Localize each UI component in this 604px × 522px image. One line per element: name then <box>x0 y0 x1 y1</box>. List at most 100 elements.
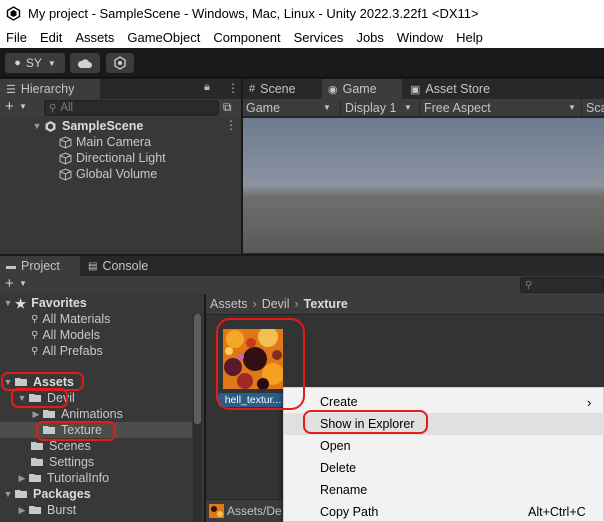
breadcrumb: Assets › Devil › Texture <box>206 294 604 315</box>
cloud-icon <box>77 58 92 68</box>
animations-folder-item[interactable]: ▶ Animations <box>31 406 123 422</box>
search-icon: ⚲ <box>31 329 39 341</box>
scenes-folder-item[interactable]: Scenes <box>31 438 91 454</box>
game-viewport[interactable] <box>243 118 604 253</box>
scale-label: Sca <box>586 100 604 115</box>
scene-root-item[interactable]: ▼ SampleScene <box>32 118 144 134</box>
menu-services[interactable]: Services <box>294 30 344 45</box>
menu-item-copy-path[interactable]: Copy Path Alt+Ctrl+C <box>284 501 604 522</box>
tab-scene[interactable]: # Scene <box>243 79 319 99</box>
scene-options-icon[interactable]: ⋮ <box>225 118 237 132</box>
cloud-button[interactable] <box>70 53 100 73</box>
settings-folder-item[interactable]: Settings <box>31 454 94 470</box>
menu-gameobject[interactable]: GameObject <box>127 30 200 45</box>
menu-component[interactable]: Component <box>213 30 280 45</box>
project-toolbar: + ▼ ⚲ <box>0 275 604 294</box>
texture-small-icon <box>209 504 224 518</box>
hierarchy-list-icon: ☰ <box>6 83 16 96</box>
account-icon: ● <box>14 57 21 69</box>
game-mode-dropdown[interactable]: Game ▼ <box>246 99 334 116</box>
hierarchy-search-placeholder: All <box>60 102 74 114</box>
breadcrumb-devil[interactable]: Devil <box>262 297 290 311</box>
tree-scrollbar[interactable] <box>193 314 202 522</box>
scene-tabbar: # Scene ◉ Game ▣ Asset Store <box>243 79 604 99</box>
account-button[interactable]: ● SY ▼ <box>5 53 65 73</box>
hierarchy-tabbar: ☰ Hierarchy 🔒︎ ⋮ <box>0 79 241 99</box>
tab-asset-store[interactable]: ▣ Asset Store <box>404 79 514 99</box>
devil-folder-item[interactable]: ▼ Devil <box>17 390 75 406</box>
collapsed-arrow-icon[interactable]: ▶ <box>31 409 41 420</box>
window-title-bar: My project - SampleScene - Windows, Mac,… <box>0 0 604 26</box>
texture-thumbnail[interactable] <box>223 327 284 390</box>
assets-label: Assets <box>33 375 74 389</box>
menu-jobs[interactable]: Jobs <box>356 30 383 45</box>
hierarchy-item[interactable]: Main Camera <box>59 134 151 150</box>
favorite-item[interactable]: ⚲ All Materials <box>31 311 110 327</box>
hierarchy-search-input[interactable]: ⚲ All <box>44 100 219 116</box>
asset-name-label[interactable]: hell_textur... <box>218 393 288 407</box>
project-search-input[interactable]: ⚲ <box>520 277 604 293</box>
console-tab-label: Console <box>102 259 149 273</box>
expand-arrow-icon[interactable]: ▼ <box>32 121 42 131</box>
menu-file[interactable]: File <box>6 30 27 45</box>
more-options-icon[interactable]: ⋮ <box>227 81 239 95</box>
tutorialinfo-folder-item[interactable]: ▶ TutorialInfo <box>17 470 110 486</box>
menu-assets[interactable]: Assets <box>75 30 114 45</box>
breadcrumb-assets[interactable]: Assets <box>210 297 248 311</box>
tree-scrollbar-thumb[interactable] <box>194 314 201 424</box>
aspect-dropdown[interactable]: Free Aspect ▼ <box>419 99 579 116</box>
tutorialinfo-label: TutorialInfo <box>47 471 110 485</box>
folder-open-icon <box>29 393 42 403</box>
menu-item-open[interactable]: Open <box>284 435 604 457</box>
breadcrumb-texture[interactable]: Texture <box>304 297 348 311</box>
folder-open-icon <box>15 377 28 387</box>
tab-game[interactable]: ◉ Game <box>322 79 402 99</box>
add-icon[interactable]: + <box>5 275 14 292</box>
window-title: My project - SampleScene - Windows, Mac,… <box>28 5 479 21</box>
game-panel: # Scene ◉ Game ▣ Asset Store Game ▼ Disp… <box>243 79 604 254</box>
project-tabbar: ▬ Project ▤ Console <box>0 256 604 276</box>
expand-arrow-icon[interactable]: ▼ <box>17 393 27 403</box>
search-icon: ⚲ <box>31 345 39 357</box>
services-button[interactable] <box>106 53 134 73</box>
chevron-down-icon[interactable]: ▼ <box>19 102 27 111</box>
folder-icon <box>29 505 42 515</box>
texture-folder-item[interactable]: Texture <box>43 422 102 438</box>
menu-item-show-in-explorer[interactable]: Show in Explorer <box>284 413 604 435</box>
menu-item-create[interactable]: Create › <box>284 391 604 413</box>
tab-hierarchy[interactable]: ☰ Hierarchy <box>0 79 100 99</box>
collapsed-arrow-icon[interactable]: ▶ <box>17 505 27 516</box>
hierarchy-item[interactable]: Directional Light <box>59 150 166 166</box>
scale-slider[interactable]: Sca <box>581 99 604 116</box>
asset-store-tab-label: Asset Store <box>425 82 491 96</box>
display-dropdown[interactable]: Display 1 ▼ <box>340 99 416 116</box>
menu-edit[interactable]: Edit <box>40 30 62 45</box>
chevron-down-icon[interactable]: ▼ <box>19 279 27 288</box>
display-label: Display 1 <box>345 100 397 115</box>
expand-arrow-icon[interactable]: ▼ <box>3 377 13 387</box>
menu-item-delete[interactable]: Delete <box>284 457 604 479</box>
assets-folder-item[interactable]: ▼ Assets <box>3 374 74 390</box>
packages-folder-item[interactable]: ▼ Packages <box>3 486 91 502</box>
tab-console[interactable]: ▤ Console <box>82 256 162 276</box>
expand-arrow-icon[interactable]: ▼ <box>3 298 13 308</box>
filter-icon[interactable]: ⧉ <box>223 100 232 115</box>
menu-item-rename[interactable]: Rename <box>284 479 604 501</box>
aspect-label: Free Aspect <box>424 100 491 115</box>
collapsed-arrow-icon[interactable]: ▶ <box>17 473 27 484</box>
favorite-item[interactable]: ⚲ All Models <box>31 327 100 343</box>
hierarchy-tab-label: Hierarchy <box>20 82 75 96</box>
favorites-header[interactable]: ▼ ★ Favorites <box>3 295 87 311</box>
hierarchy-item[interactable]: Global Volume <box>59 166 157 182</box>
menu-window[interactable]: Window <box>397 30 443 45</box>
menu-help[interactable]: Help <box>456 30 483 45</box>
lock-icon[interactable]: 🔒︎ <box>204 81 210 94</box>
tab-project[interactable]: ▬ Project <box>0 256 80 276</box>
devil-label: Devil <box>47 391 75 405</box>
favorite-item[interactable]: ⚲ All Prefabs <box>31 343 103 359</box>
star-icon: ★ <box>15 296 27 311</box>
texture-thumbnail-image <box>223 327 284 390</box>
expand-arrow-icon[interactable]: ▼ <box>3 489 13 499</box>
burst-folder-item[interactable]: ▶ Burst <box>17 502 77 518</box>
add-icon[interactable]: + <box>5 98 14 115</box>
